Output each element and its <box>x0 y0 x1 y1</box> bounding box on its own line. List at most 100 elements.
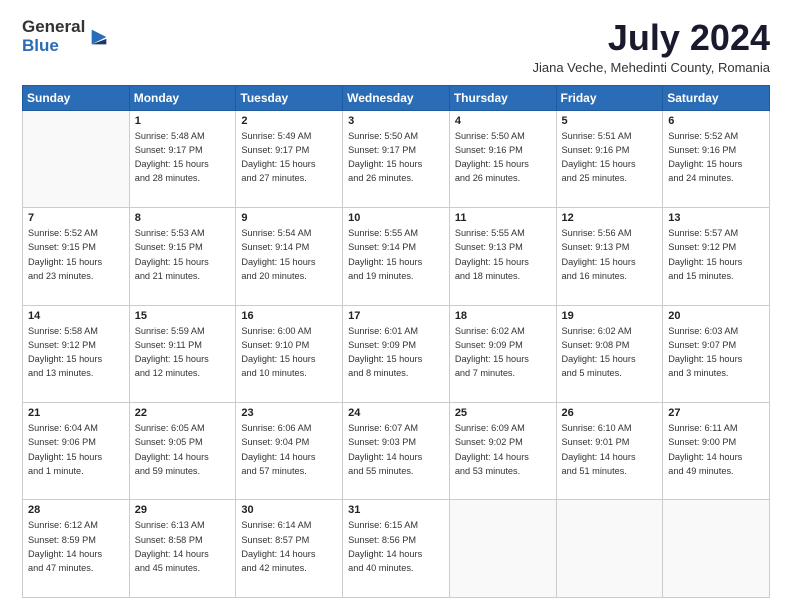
calendar-cell: 23 Sunrise: 6:06 AMSunset: 9:04 PMDayligh… <box>236 403 343 500</box>
calendar-cell: 24 Sunrise: 6:07 AMSunset: 9:03 PMDayligh… <box>343 403 450 500</box>
calendar-cell: 28 Sunrise: 6:12 AMSunset: 8:59 PMDayligh… <box>23 500 130 598</box>
sun-info: Sunrise: 5:52 AMSunset: 9:15 PMDaylight:… <box>28 226 124 283</box>
calendar-header-thursday: Thursday <box>449 85 556 110</box>
calendar-header-saturday: Saturday <box>663 85 770 110</box>
sun-info: Sunrise: 6:15 AMSunset: 8:56 PMDaylight:… <box>348 518 444 575</box>
sun-info: Sunrise: 5:48 AMSunset: 9:17 PMDaylight:… <box>135 129 231 186</box>
sun-info: Sunrise: 6:10 AMSunset: 9:01 PMDaylight:… <box>562 421 658 478</box>
calendar-cell: 27Sunrise: 6:11 AMSunset: 9:00 PMDayligh… <box>663 403 770 500</box>
sun-info: Sunrise: 5:56 AMSunset: 9:13 PMDaylight:… <box>562 226 658 283</box>
sun-info: Sunrise: 6:06 AMSunset: 9:04 PMDaylight:… <box>241 421 337 478</box>
calendar-cell: 9 Sunrise: 5:54 AMSunset: 9:14 PMDaylight… <box>236 208 343 305</box>
calendar-cell: 18Sunrise: 6:02 AMSunset: 9:09 PMDayligh… <box>449 305 556 402</box>
calendar-week-0: 1 Sunrise: 5:48 AMSunset: 9:17 PMDaylight… <box>23 110 770 207</box>
sun-info: Sunrise: 5:50 AMSunset: 9:16 PMDaylight:… <box>455 129 551 186</box>
calendar-cell: 1 Sunrise: 5:48 AMSunset: 9:17 PMDaylight… <box>129 110 236 207</box>
day-number: 11 <box>455 212 551 224</box>
logo-general: General <box>22 18 85 37</box>
day-number: 17 <box>348 310 444 322</box>
calendar-cell: 20 Sunrise: 6:03 AMSunset: 9:07 PMDayligh… <box>663 305 770 402</box>
calendar-header-friday: Friday <box>556 85 663 110</box>
calendar-cell: 30Sunrise: 6:14 AMSunset: 8:57 PMDayligh… <box>236 500 343 598</box>
calendar-cell: 22 Sunrise: 6:05 AMSunset: 9:05 PMDayligh… <box>129 403 236 500</box>
calendar-cell: 29 Sunrise: 6:13 AMSunset: 8:58 PMDayligh… <box>129 500 236 598</box>
sun-info: Sunrise: 5:54 AMSunset: 9:14 PMDaylight:… <box>241 226 337 283</box>
logo: General Blue <box>22 18 110 55</box>
calendar-cell: 3Sunrise: 5:50 AMSunset: 9:17 PMDaylight… <box>343 110 450 207</box>
sun-info: Sunrise: 6:00 AMSunset: 9:10 PMDaylight:… <box>241 324 337 381</box>
calendar-cell: 2Sunrise: 5:49 AMSunset: 9:17 PMDaylight… <box>236 110 343 207</box>
calendar-cell: 8Sunrise: 5:53 AMSunset: 9:15 PMDaylight… <box>129 208 236 305</box>
day-number: 23 <box>241 407 337 419</box>
sun-info: Sunrise: 6:09 AMSunset: 9:02 PMDaylight:… <box>455 421 551 478</box>
calendar-cell: 19 Sunrise: 6:02 AMSunset: 9:08 PMDayligh… <box>556 305 663 402</box>
day-number: 24 <box>348 407 444 419</box>
sun-info: Sunrise: 5:55 AMSunset: 9:13 PMDaylight:… <box>455 226 551 283</box>
sun-info: Sunrise: 6:12 AMSunset: 8:59 PMDaylight:… <box>28 518 124 575</box>
day-number: 5 <box>562 115 658 127</box>
day-number: 16 <box>241 310 337 322</box>
sun-info: Sunrise: 6:02 AMSunset: 9:09 PMDaylight:… <box>455 324 551 381</box>
day-number: 28 <box>28 504 124 516</box>
calendar-cell: 17 Sunrise: 6:01 AMSunset: 9:09 PMDayligh… <box>343 305 450 402</box>
day-number: 30 <box>241 504 337 516</box>
calendar-cell: 4 Sunrise: 5:50 AMSunset: 9:16 PMDaylight… <box>449 110 556 207</box>
title-block: July 2024 Jiana Veche, Mehedinti County,… <box>532 18 770 75</box>
calendar-cell: 25 Sunrise: 6:09 AMSunset: 9:02 PMDayligh… <box>449 403 556 500</box>
header: General Blue July 2024 Jiana Veche, Mehe… <box>22 18 770 75</box>
calendar-cell: 14 Sunrise: 5:58 AMSunset: 9:12 PMDayligh… <box>23 305 130 402</box>
sun-info: Sunrise: 6:04 AMSunset: 9:06 PMDaylight:… <box>28 421 124 478</box>
sun-info: Sunrise: 5:57 AMSunset: 9:12 PMDaylight:… <box>668 226 764 283</box>
day-number: 29 <box>135 504 231 516</box>
sun-info: Sunrise: 6:01 AMSunset: 9:09 PMDaylight:… <box>348 324 444 381</box>
day-number: 25 <box>455 407 551 419</box>
day-number: 4 <box>455 115 551 127</box>
calendar-header-wednesday: Wednesday <box>343 85 450 110</box>
calendar-cell: 26 Sunrise: 6:10 AMSunset: 9:01 PMDayligh… <box>556 403 663 500</box>
day-number: 19 <box>562 310 658 322</box>
calendar-header-tuesday: Tuesday <box>236 85 343 110</box>
day-number: 7 <box>28 212 124 224</box>
calendar-week-3: 21 Sunrise: 6:04 AMSunset: 9:06 PMDayligh… <box>23 403 770 500</box>
calendar-cell: 11 Sunrise: 5:55 AMSunset: 9:13 PMDayligh… <box>449 208 556 305</box>
day-number: 31 <box>348 504 444 516</box>
calendar-cell: 5Sunrise: 5:51 AMSunset: 9:16 PMDaylight… <box>556 110 663 207</box>
sun-info: Sunrise: 6:02 AMSunset: 9:08 PMDaylight:… <box>562 324 658 381</box>
sun-info: Sunrise: 5:52 AMSunset: 9:16 PMDaylight:… <box>668 129 764 186</box>
sun-info: Sunrise: 5:59 AMSunset: 9:11 PMDaylight:… <box>135 324 231 381</box>
location: Jiana Veche, Mehedinti County, Romania <box>532 60 770 75</box>
logo-text: General Blue <box>22 18 85 55</box>
calendar-cell: 21 Sunrise: 6:04 AMSunset: 9:06 PMDayligh… <box>23 403 130 500</box>
day-number: 9 <box>241 212 337 224</box>
calendar-header-monday: Monday <box>129 85 236 110</box>
day-number: 14 <box>28 310 124 322</box>
day-number: 26 <box>562 407 658 419</box>
calendar-header-row: SundayMondayTuesdayWednesdayThursdayFrid… <box>23 85 770 110</box>
day-number: 12 <box>562 212 658 224</box>
calendar-cell: 6Sunrise: 5:52 AMSunset: 9:16 PMDaylight… <box>663 110 770 207</box>
day-number: 20 <box>668 310 764 322</box>
calendar-cell: 16 Sunrise: 6:00 AMSunset: 9:10 PMDayligh… <box>236 305 343 402</box>
calendar-cell: 13Sunrise: 5:57 AMSunset: 9:12 PMDayligh… <box>663 208 770 305</box>
day-number: 1 <box>135 115 231 127</box>
sun-info: Sunrise: 5:50 AMSunset: 9:17 PMDaylight:… <box>348 129 444 186</box>
sun-info: Sunrise: 5:58 AMSunset: 9:12 PMDaylight:… <box>28 324 124 381</box>
calendar-cell: 15 Sunrise: 5:59 AMSunset: 9:11 PMDayligh… <box>129 305 236 402</box>
day-number: 22 <box>135 407 231 419</box>
day-number: 21 <box>28 407 124 419</box>
sun-info: Sunrise: 6:05 AMSunset: 9:05 PMDaylight:… <box>135 421 231 478</box>
calendar-cell <box>449 500 556 598</box>
sun-info: Sunrise: 6:03 AMSunset: 9:07 PMDaylight:… <box>668 324 764 381</box>
sun-info: Sunrise: 6:13 AMSunset: 8:58 PMDaylight:… <box>135 518 231 575</box>
day-number: 2 <box>241 115 337 127</box>
sun-info: Sunrise: 6:07 AMSunset: 9:03 PMDaylight:… <box>348 421 444 478</box>
day-number: 15 <box>135 310 231 322</box>
calendar-week-4: 28 Sunrise: 6:12 AMSunset: 8:59 PMDayligh… <box>23 500 770 598</box>
calendar-week-2: 14 Sunrise: 5:58 AMSunset: 9:12 PMDayligh… <box>23 305 770 402</box>
calendar-cell <box>23 110 130 207</box>
calendar-table: SundayMondayTuesdayWednesdayThursdayFrid… <box>22 85 770 598</box>
calendar-header-sunday: Sunday <box>23 85 130 110</box>
sun-info: Sunrise: 5:55 AMSunset: 9:14 PMDaylight:… <box>348 226 444 283</box>
calendar-cell <box>663 500 770 598</box>
calendar-cell: 10Sunrise: 5:55 AMSunset: 9:14 PMDayligh… <box>343 208 450 305</box>
